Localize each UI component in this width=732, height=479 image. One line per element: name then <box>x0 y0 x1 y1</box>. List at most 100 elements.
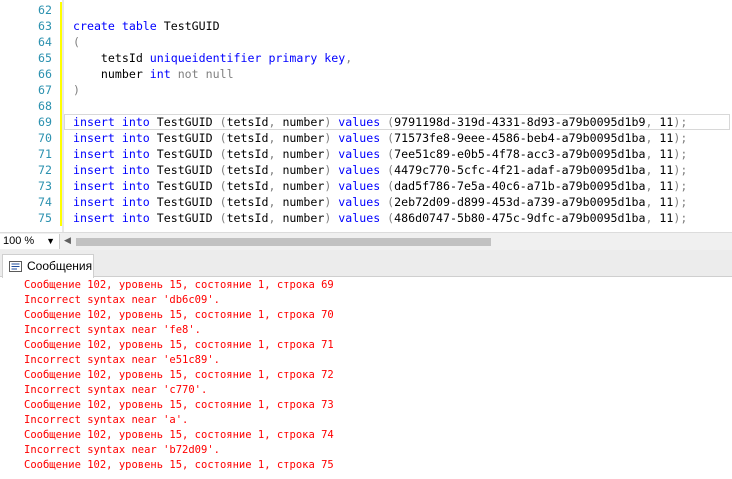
code-token: number <box>73 67 150 81</box>
code-token: insert into <box>73 195 157 209</box>
code-token: , <box>268 147 283 161</box>
code-text: insert into TestGUID (tetsId, number) va… <box>73 178 687 194</box>
zoom-dropdown[interactable]: 100 % ▼ <box>0 234 60 249</box>
change-marker <box>60 66 62 82</box>
line-number: 72 <box>38 163 52 177</box>
code-token: 4479c770-5cfc-4f21-adaf-a79b0095d1ba <box>394 163 646 177</box>
code-token: 11 <box>659 131 674 145</box>
error-message: Incorrect syntax near 'c770'. <box>24 384 208 396</box>
code-line[interactable]: 75 insert into TestGUID (tetsId, number) … <box>0 210 732 226</box>
code-line[interactable]: 64 ( <box>0 34 732 50</box>
code-token: ); <box>673 163 688 177</box>
code-token: tetsId <box>226 131 269 145</box>
error-message: Incorrect syntax near 'fe8'. <box>24 324 202 336</box>
change-marker <box>60 210 62 226</box>
code-token: ); <box>673 195 688 209</box>
code-token: values <box>338 147 388 161</box>
error-message: Incorrect syntax near 'db6c09'. <box>24 294 220 306</box>
horizontal-scrollbar-thumb[interactable] <box>76 238 491 246</box>
code-token: ); <box>673 131 688 145</box>
code-line[interactable]: 73 insert into TestGUID (tetsId, number) … <box>0 178 732 194</box>
tab-messages-label: Сообщения <box>27 259 93 273</box>
messages-list: Сообщение 102, уровень 15, состояние 1, … <box>0 278 732 479</box>
code-token: , <box>645 163 660 177</box>
chevron-down-icon: ▼ <box>46 236 55 246</box>
code-line[interactable]: 65 tetsId uniqueidentifier primary key, <box>0 50 732 66</box>
code-token: 71573fe8-9eee-4586-beb4-a79b0095d1ba <box>394 131 646 145</box>
error-message: Incorrect syntax near 'b72d09'. <box>24 444 220 456</box>
code-token: , <box>645 179 660 193</box>
code-token: TestGUID <box>163 19 220 33</box>
code-token: int <box>149 67 178 81</box>
messages-icon <box>9 261 22 272</box>
code-token: not null <box>177 67 234 81</box>
code-token: TestGUID <box>156 179 220 193</box>
code-token: TestGUID <box>156 211 220 225</box>
code-token: number <box>282 131 325 145</box>
code-text: ) <box>73 82 80 98</box>
query-editor[interactable]: 62 63 create table TestGUID 64 (65 tetsId un… <box>0 0 732 232</box>
line-number: 73 <box>38 179 52 193</box>
code-token: ( <box>219 179 227 193</box>
change-marker <box>60 178 62 194</box>
code-token: insert into <box>73 147 157 161</box>
code-token: 11 <box>659 147 674 161</box>
code-token: , <box>268 211 283 225</box>
code-token: values <box>338 195 388 209</box>
code-token: ( <box>219 195 227 209</box>
code-text: insert into TestGUID (tetsId, number) va… <box>73 194 687 210</box>
line-number: 64 <box>38 35 52 49</box>
code-token: number <box>282 115 325 129</box>
code-token: ( <box>73 35 80 49</box>
line-number: 74 <box>38 195 52 209</box>
error-message: Сообщение 102, уровень 15, состояние 1, … <box>24 279 334 291</box>
code-token: ) <box>324 163 339 177</box>
tab-messages[interactable]: Сообщения <box>2 254 94 278</box>
code-token: values <box>338 115 388 129</box>
error-message: Сообщение 102, уровень 15, состояние 1, … <box>24 369 334 381</box>
code-line[interactable]: 74 insert into TestGUID (tetsId, number) … <box>0 194 732 210</box>
code-text: insert into TestGUID (tetsId, number) va… <box>73 130 687 146</box>
line-number: 65 <box>38 51 52 65</box>
line-number: 70 <box>38 131 52 145</box>
change-marker <box>60 98 62 114</box>
arrow-left-icon[interactable]: ◀ <box>64 236 71 246</box>
code-token: , <box>268 115 283 129</box>
code-token: 7ee51c89-e0b5-4f78-acc3-a79b0095d1ba <box>394 147 646 161</box>
code-token: TestGUID <box>156 131 220 145</box>
results-pane: Сообщения Сообщение 102, уровень 15, сос… <box>0 250 732 479</box>
line-number: 69 <box>38 115 52 129</box>
code-token: , <box>645 195 660 209</box>
code-line[interactable]: 62 <box>0 2 732 18</box>
code-line[interactable]: 72 insert into TestGUID (tetsId, number) … <box>0 162 732 178</box>
code-text: insert into TestGUID (tetsId, number) va… <box>73 162 687 178</box>
line-number: 67 <box>38 83 52 97</box>
code-text: insert into TestGUID (tetsId, number) va… <box>73 114 687 130</box>
code-token: , <box>268 131 283 145</box>
change-marker <box>60 162 62 178</box>
code-token: values <box>338 179 388 193</box>
code-line[interactable]: 67) <box>0 82 732 98</box>
code-token: number <box>282 211 325 225</box>
code-token: 11 <box>659 163 674 177</box>
code-token: ) <box>73 83 80 97</box>
code-line[interactable]: 69 insert into TestGUID (tetsId, number) … <box>0 114 732 130</box>
change-marker <box>60 114 62 130</box>
code-token: , <box>268 163 283 177</box>
code-token: ( <box>219 115 227 129</box>
code-token: ); <box>673 115 688 129</box>
code-token: , <box>268 179 283 193</box>
change-marker <box>60 34 62 50</box>
code-line[interactable]: 66 number int not null <box>0 66 732 82</box>
code-token: tetsId <box>226 195 269 209</box>
code-line[interactable]: 68 <box>0 98 732 114</box>
code-token: ( <box>219 163 227 177</box>
code-text: tetsId uniqueidentifier primary key, <box>73 50 352 66</box>
code-token: TestGUID <box>156 195 220 209</box>
error-message: Сообщение 102, уровень 15, состояние 1, … <box>24 429 334 441</box>
code-line[interactable]: 71 insert into TestGUID (tetsId, number) … <box>0 146 732 162</box>
code-text: number int not null <box>73 66 234 82</box>
code-token: , <box>645 131 660 145</box>
code-line[interactable]: 70 insert into TestGUID (tetsId, number) … <box>0 130 732 146</box>
code-line[interactable]: 63 create table TestGUID <box>0 18 732 34</box>
